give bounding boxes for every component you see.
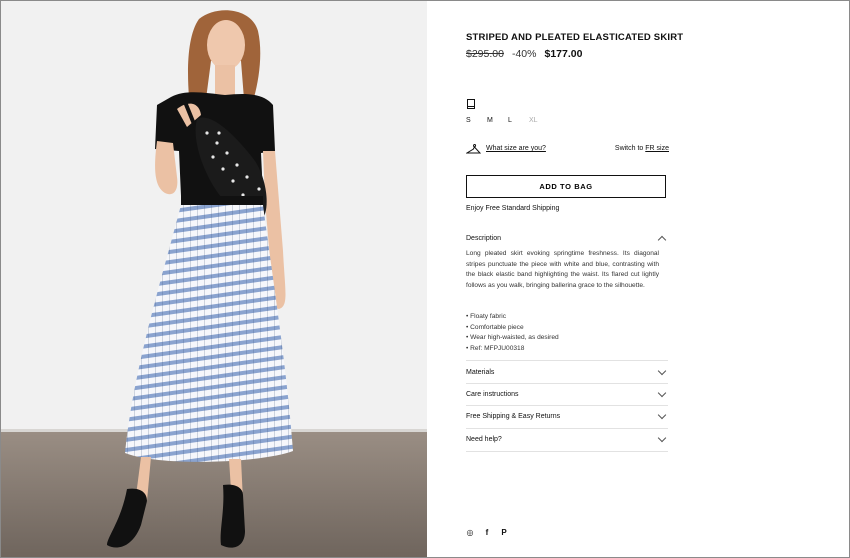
accordion-header-care[interactable]: Care instructions: [466, 387, 668, 401]
product-title: STRIPED AND PLEATED ELASTICATED SKIRT: [466, 32, 684, 43]
accordion-header-materials[interactable]: Materials: [466, 365, 668, 379]
divider: [466, 404, 668, 406]
divider: [466, 382, 668, 384]
accordion-header-returns[interactable]: Free Shipping & Easy Returns: [466, 409, 668, 423]
size-selector: S M L XL: [466, 117, 550, 124]
add-to-bag-button[interactable]: ADD TO BAG: [466, 175, 666, 198]
description-text: Long pleated skirt evoking springtime fr…: [466, 250, 659, 289]
description-bullets: Floaty fabric Comfortable piece Wear hig…: [466, 312, 666, 354]
fr-size-link[interactable]: FR size: [645, 145, 669, 152]
chevron-down-icon: [657, 410, 667, 419]
what-size-link[interactable]: What size are you?: [486, 145, 546, 152]
size-option-s[interactable]: S: [466, 117, 487, 124]
product-image[interactable]: [1, 1, 427, 557]
accordion-care[interactable]: Care instructions: [466, 387, 668, 401]
list-item: Floaty fabric: [466, 312, 666, 323]
accordion-materials[interactable]: Materials: [466, 365, 668, 379]
product-details-panel: STRIPED AND PLEATED ELASTICATED SKIRT $2…: [427, 1, 849, 557]
accordion-help[interactable]: Need help?: [466, 432, 668, 446]
list-item: Ref: MFPJU00318: [466, 344, 666, 355]
discount-badge: -40%: [511, 48, 537, 60]
divider: [466, 359, 668, 361]
model-photo: [1, 1, 427, 557]
list-item: Wear high-waisted, as desired: [466, 333, 666, 344]
size-option-l[interactable]: L: [508, 117, 529, 124]
switch-prefix: Switch to: [614, 145, 644, 152]
hanger-icon: [466, 144, 481, 154]
divider: [466, 450, 668, 452]
product-page: STRIPED AND PLEATED ELASTICATED SKIRT $2…: [0, 0, 850, 558]
pinterest-icon[interactable]: P: [500, 528, 508, 537]
accordion-description[interactable]: Description: [466, 231, 668, 245]
instagram-icon[interactable]: ◎: [466, 528, 474, 537]
sale-price: $177.00: [544, 48, 583, 60]
accordion-label: Materials: [466, 368, 495, 376]
accordion-label: Description: [466, 234, 502, 242]
accordion-header-help[interactable]: Need help?: [466, 432, 668, 446]
facebook-icon[interactable]: f: [483, 528, 491, 537]
chevron-up-icon: [657, 235, 667, 244]
list-item: Comfortable piece: [466, 323, 666, 334]
size-option-xl[interactable]: XL: [529, 117, 550, 124]
chevron-down-icon: [657, 366, 667, 375]
accordion-label: Free Shipping & Easy Returns: [466, 412, 561, 420]
social-links: ◎ f P: [466, 528, 508, 537]
price-row: $295.00 -40% $177.00: [466, 48, 582, 60]
size-option-m[interactable]: M: [487, 117, 508, 124]
accordion-label: Care instructions: [466, 390, 519, 398]
accordion-header-description[interactable]: Description: [466, 231, 668, 245]
shipping-note: Enjoy Free Standard Shipping: [466, 205, 560, 212]
original-price: $295.00: [466, 48, 504, 60]
chevron-down-icon: [657, 433, 667, 442]
accordion-shipping-returns[interactable]: Free Shipping & Easy Returns: [466, 409, 668, 423]
accordion-label: Need help?: [466, 435, 502, 443]
size-system-switch: Switch to FR size: [607, 145, 669, 152]
chevron-down-icon: [657, 388, 667, 397]
divider: [466, 427, 668, 429]
size-guide-icon: [467, 99, 475, 109]
